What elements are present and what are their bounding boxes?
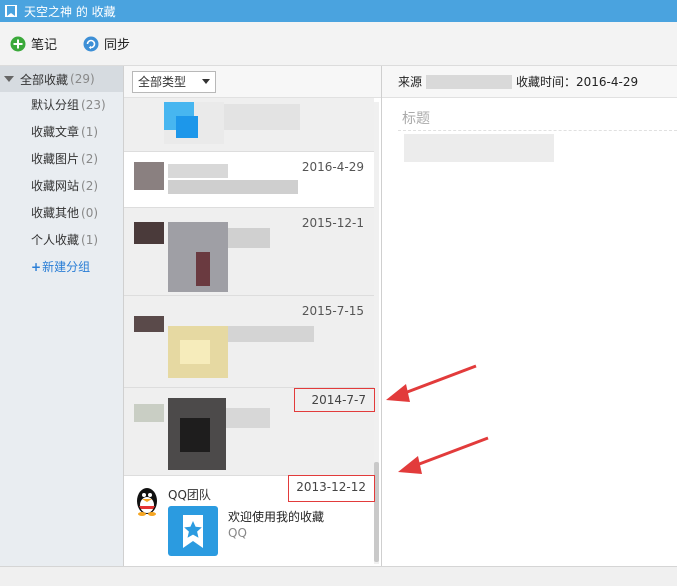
- note-button[interactable]: 笔记: [10, 34, 57, 53]
- list-item[interactable]: [124, 98, 374, 152]
- new-group-label: 新建分组: [42, 260, 91, 274]
- sidebar-item-personal[interactable]: 个人收藏 (1): [0, 227, 123, 254]
- sync-button[interactable]: 同步: [83, 34, 130, 53]
- status-bar: [0, 566, 677, 586]
- source-label: 来源: [398, 75, 423, 89]
- toolbar: 笔记 同步: [0, 22, 677, 66]
- list-filter-bar: 全部类型: [124, 66, 381, 98]
- sidebar-item-count: (1): [81, 125, 99, 139]
- sidebar-item-label: 收藏其他: [31, 206, 80, 220]
- favorites-app-icon: [5, 5, 17, 17]
- blurred-thumbnail-tile: [176, 116, 198, 138]
- favorites-star-icon: [168, 506, 218, 556]
- sidebar-item-count: (1): [81, 233, 99, 247]
- sidebar-item-label: 收藏文章: [31, 125, 80, 139]
- sidebar: 全部收藏 (29) 默认分组 (23) 收藏文章 (1) 收藏图片 (2) 收藏网站(…: [0, 66, 124, 566]
- sidebar-item-count: (2): [81, 152, 99, 166]
- qq-penguin-icon: [137, 488, 157, 516]
- blurred-text-block: [228, 326, 314, 342]
- sidebar-item-label: 个人收藏: [31, 233, 80, 247]
- detail-pane: 来源 收藏时间：2016-4-29 标题: [382, 66, 677, 566]
- annotation-arrow: [386, 364, 477, 402]
- highlighted-date-box: 2013-12-12: [288, 475, 375, 502]
- add-note-icon: [10, 36, 26, 51]
- blurred-text-block: [226, 408, 270, 428]
- dropdown-caret-icon: [202, 79, 210, 84]
- plus-icon: +: [31, 260, 42, 274]
- blurred-text-block: [228, 228, 270, 248]
- sidebar-root-count: (29): [70, 72, 95, 86]
- detail-header: 来源 收藏时间：2016-4-29: [382, 66, 677, 98]
- list-item[interactable]: 2016-4-29: [124, 152, 374, 208]
- blurred-avatar: [134, 316, 164, 332]
- item-date: 2015-7-15: [301, 304, 364, 318]
- new-group-link[interactable]: +新建分组: [0, 254, 123, 281]
- blurred-thumbnail-tile: [180, 340, 210, 364]
- sync-icon: [83, 36, 99, 51]
- sidebar-item-default[interactable]: 默认分组 (23): [0, 92, 123, 119]
- sidebar-item-label: 收藏图片: [31, 152, 80, 166]
- divider: [398, 130, 677, 131]
- sidebar-item-count: (2): [81, 179, 99, 193]
- blurred-avatar: [134, 222, 164, 244]
- blurred-avatar: [134, 162, 164, 190]
- sidebar-item-images[interactable]: 收藏图片 (2): [0, 146, 123, 173]
- blurred-thumbnail-tile: [196, 252, 210, 286]
- blurred-thumbnail-tile: [180, 418, 210, 452]
- blurred-source-name: [426, 74, 513, 89]
- list-item[interactable]: 2015-7-15: [124, 296, 374, 388]
- sidebar-root-all[interactable]: 全部收藏 (29): [0, 66, 123, 92]
- sidebar-item-websites[interactable]: 收藏网站 (2): [0, 173, 123, 200]
- type-filter-select[interactable]: 全部类型: [132, 70, 216, 93]
- item-message: 欢迎使用我的收藏: [228, 510, 325, 524]
- sidebar-item-label: 默认分组: [31, 98, 80, 112]
- favorites-list-pane: 全部类型 2016-4-29 2015-12-1 2015-7-15 QQ团队 …: [124, 66, 382, 566]
- blurred-text-block: [168, 180, 298, 194]
- collapse-triangle-icon[interactable]: [4, 76, 14, 82]
- item-date: 2014-7-7: [311, 393, 366, 407]
- sync-label: 同步: [104, 38, 131, 53]
- blurred-text-block: [404, 134, 554, 162]
- title-bar: 天空之神 的 收藏: [0, 0, 677, 22]
- favorite-time: 收藏时间：2016-4-29: [516, 75, 639, 89]
- sidebar-item-count: (0): [81, 206, 99, 220]
- sidebar-item-count: (23): [81, 98, 106, 112]
- annotation-arrows: [386, 364, 489, 474]
- note-label: 笔记: [31, 38, 58, 53]
- window-title: 天空之神 的 收藏: [24, 4, 116, 19]
- sidebar-item-label: 收藏网站: [31, 179, 80, 193]
- blurred-text-block: [168, 164, 228, 178]
- item-date: 2013-12-12: [296, 480, 366, 494]
- list-item[interactable]: 2015-12-1: [124, 208, 374, 296]
- annotation-arrow: [398, 436, 489, 474]
- item-source: QQ: [228, 526, 247, 540]
- sidebar-root-label: 全部收藏: [20, 72, 69, 87]
- sidebar-item-articles[interactable]: 收藏文章 (1): [0, 119, 123, 146]
- title-placeholder[interactable]: 标题: [402, 108, 430, 128]
- blurred-text-block: [224, 104, 300, 130]
- blurred-avatar: [134, 404, 164, 422]
- item-date: 2015-12-1: [301, 216, 364, 230]
- highlighted-date-box: 2014-7-7: [294, 388, 375, 412]
- item-date: 2016-4-29: [301, 160, 364, 174]
- sidebar-item-others[interactable]: 收藏其他 (0): [0, 200, 123, 227]
- sender-name: QQ团队: [168, 488, 211, 502]
- type-filter-value: 全部类型: [138, 75, 187, 89]
